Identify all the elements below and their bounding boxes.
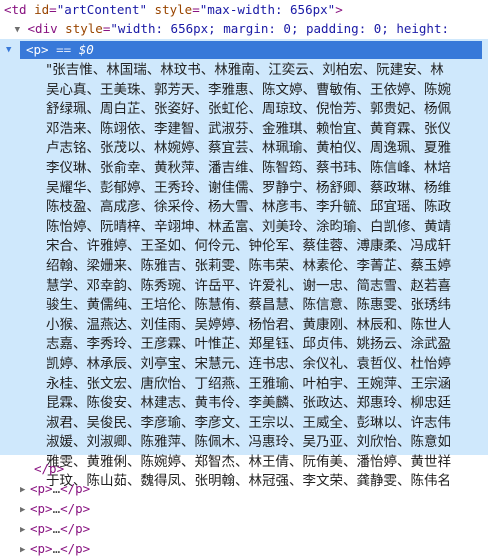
text-row: 慧学、邓幸韵、陈秀琬、许岳平、许爱礼、谢一忠、简志雪、赵若喜	[46, 277, 451, 294]
text-row: "张吉惟、林国瑞、林玟书、林雅南、江奕云、刘柏宏、阮建安、林	[46, 62, 444, 78]
text-row: 陈枝盈、高成彦、徐采伶、杨大雪、林彦韦、李升毓、邱宜瑶、陈政	[46, 199, 451, 216]
expand-triangle-icon[interactable]: ▼	[4, 20, 20, 40]
text-row: 昆霖、陈俊安、林建志、黄韦伶、李美麟、张政达、郑惠玲、柳忠廷	[46, 395, 451, 412]
text-row: 小猴、温燕达、刘佳雨、吴婷婷、杨怡君、黄康刚、林辰和、陈世人	[46, 316, 451, 333]
text-row: 于玟、陈山茹、魏得凤、张明翰、林冠强、李文荣、龚静雯、陈伟名	[46, 473, 451, 490]
text-row: 骏生、黄儒纯、王培伦、陈慧侑、蔡昌慧、陈信意、陈惠雯、张琇纬	[46, 297, 451, 314]
collapsed-p-row[interactable]: ▶ <p>…</p>	[20, 499, 90, 519]
td-style-attr-name: style	[154, 2, 193, 17]
collapsed-triangle-icon[interactable]: ▶	[20, 500, 30, 520]
text-row: 卢志铭、张茂以、林婉婷、蔡宜芸、林珮瑜、黄柏仪、周逸珮、夏雅	[46, 140, 451, 157]
div-style-attr-name: style	[65, 21, 103, 36]
collapsed-p-row[interactable]: ▶ <p>…</p>	[20, 539, 90, 559]
td-close-bracket: >	[335, 2, 343, 17]
td-id-attr-name: id	[34, 2, 50, 17]
p-text-content: "张吉惟、林国瑞、林玟书、林雅南、江奕云、刘柏宏、阮建安、林 吴心真、王美珠、郭…	[46, 61, 488, 492]
selected-p-element[interactable]: ▼ <p> == $0	[6, 41, 482, 59]
td-style-attr-value: "max-width: 656px"	[199, 2, 336, 17]
equals-sign: ==	[56, 42, 72, 57]
text-row: 永桂、张文宏、唐欣怡、丁绍燕、王雅瑜、叶柏宇、王婉萍、王宗涵	[46, 375, 451, 392]
div-open-tag: <div	[27, 21, 58, 36]
text-row: 吴心真、王美珠、郭芳天、李雅惠、陈文婷、曹敏侑、王依婷、陈婉	[46, 81, 451, 98]
p-close-line[interactable]: </p>	[34, 459, 64, 479]
text-row: 淑媛、刘淑卿、陈雅萍、陈佩木、冯惠玲、吴乃亚、刘欣怡、陈意如	[46, 434, 451, 451]
text-row: 凯婷、林承辰、刘亭宝、宋慧元、连书忠、余仪礼、袁哲仪、杜怡婷	[46, 355, 451, 372]
div-style-attr-value: "width: 656px; margin: 0; padding: 0; he…	[110, 21, 449, 36]
collapsed-triangle-icon[interactable]: ▶	[20, 480, 30, 500]
text-row: 淑君、吴俊民、李彦瑜、李彦文、王宗以、王威全、彭琳以、许志伟	[46, 414, 451, 431]
p-open-tag: <p>	[26, 42, 49, 57]
expand-triangle-icon[interactable]: ▼	[6, 41, 11, 59]
dollar-zero-ref: $0	[78, 42, 94, 57]
td-id-attr-value: "artContent"	[56, 2, 148, 17]
text-row: 邓浩来、陈翊依、李建智、武淑芬、金雅琪、赖怡宜、黄育霖、张仪	[46, 120, 451, 137]
div-element-line[interactable]: ▼ <div style="width: 656px; margin: 0; p…	[4, 19, 449, 39]
text-row: 雅雯、黄雅俐、陈婉婷、郑智杰、林王倩、阮侑美、潘怡婷、黄世祥	[46, 453, 451, 470]
text-row: 李仪琳、张俞幸、黄秋萍、潘吉维、陈智筠、蔡书玮、陈信峰、林培	[46, 159, 451, 176]
text-row: 志嘉、李秀玲、王彦霖、叶惟芷、郑星钰、邱贞伟、姚扬云、涂武盈	[46, 336, 451, 353]
td-open-tag: <td	[4, 2, 27, 17]
collapsed-p-row[interactable]: ▶ <p>…</p>	[20, 479, 90, 499]
collapsed-triangle-icon[interactable]: ▶	[20, 540, 30, 559]
collapsed-p-row[interactable]: ▶ <p>…</p>	[20, 519, 90, 539]
text-row: 舒绿珮、周白芷、张姿好、张虹伦、周琼玟、倪怡芳、郭贵妃、杨佩	[46, 101, 451, 118]
text-row: 绍翰、梁姗来、陈雅吉、张莉雯、陈韦荣、林素伦、李菁芷、蔡玉婷	[46, 257, 451, 274]
text-row: 陈怡婷、阮晴梓、辛翊坤、林孟富、刘美玲、涂昀瑜、白凯修、黄靖	[46, 218, 451, 235]
text-row: 宋合、许雅婷、王圣如、何伶元、钟伦军、蔡佳蓉、溥康柔、冯成轩	[46, 238, 451, 255]
collapsed-triangle-icon[interactable]: ▶	[20, 520, 30, 540]
text-row: 吴耀华、彭郁婷、王秀玲、谢佳儒、罗静宁、杨舒卿、蔡政琳、杨维	[46, 179, 451, 196]
td-element-line[interactable]: <td id="artContent" style="max-width: 65…	[4, 0, 343, 20]
p-close-tag: </p>	[34, 461, 65, 476]
